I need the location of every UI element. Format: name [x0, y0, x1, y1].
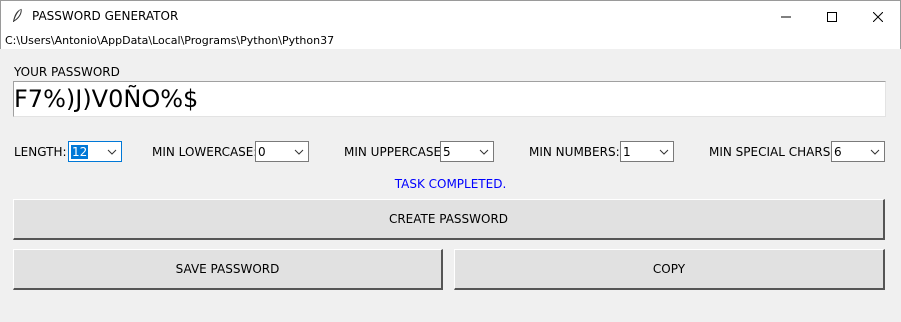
save-password-button[interactable]: SAVE PASSWORD — [13, 249, 443, 290]
chevron-down-icon — [659, 149, 669, 155]
status-message: TASK COMPLETED. — [394, 177, 507, 191]
min-lowercase-select[interactable]: 0 — [255, 141, 309, 162]
copy-label: COPY — [652, 262, 686, 276]
copy-button[interactable]: COPY — [454, 249, 885, 290]
min-numbers-value: 1 — [623, 145, 631, 159]
minimize-icon — [781, 16, 791, 17]
title-bar: PASSWORD GENERATOR — [0, 0, 901, 31]
maximize-icon — [827, 11, 837, 22]
min-numbers-select[interactable]: 1 — [620, 141, 674, 162]
min-special-chars-value: 6 — [834, 145, 842, 159]
min-numbers-label: MIN NUMBERS: — [529, 145, 620, 159]
maximize-button[interactable] — [809, 1, 855, 32]
feather-icon — [13, 8, 22, 22]
create-password-label: CREATE PASSWORD — [388, 212, 509, 226]
min-special-chars-label: MIN SPECIAL CHARS: — [709, 145, 835, 159]
min-uppercase-value: 5 — [443, 145, 451, 159]
chevron-down-icon — [479, 149, 489, 155]
chevron-down-icon — [294, 149, 304, 155]
password-field[interactable] — [13, 81, 886, 117]
length-label: LENGTH: — [14, 145, 67, 159]
window-title: PASSWORD GENERATOR — [32, 9, 179, 23]
min-uppercase-select[interactable]: 5 — [440, 141, 494, 162]
close-icon — [873, 11, 883, 22]
length-value: 12 — [71, 145, 89, 159]
save-password-label: SAVE PASSWORD — [175, 262, 280, 276]
chevron-down-icon — [107, 149, 117, 155]
close-button[interactable] — [855, 1, 901, 32]
chevron-down-icon — [870, 149, 880, 155]
min-uppercase-label: MIN UPPERCASE: — [344, 145, 446, 159]
password-label: YOUR PASSWORD — [14, 65, 120, 79]
length-select[interactable]: 12 — [68, 141, 122, 162]
min-special-chars-select[interactable]: 6 — [831, 141, 885, 162]
path-bar: C:\Users\Antonio\AppData\Local\Programs\… — [0, 31, 901, 49]
create-password-button[interactable]: CREATE PASSWORD — [13, 199, 885, 240]
minimize-button[interactable] — [763, 1, 809, 32]
min-lowercase-label: MIN LOWERCASE: — [152, 145, 258, 159]
working-directory-path: C:\Users\Antonio\AppData\Local\Programs\… — [5, 34, 335, 47]
min-lowercase-value: 0 — [258, 145, 266, 159]
